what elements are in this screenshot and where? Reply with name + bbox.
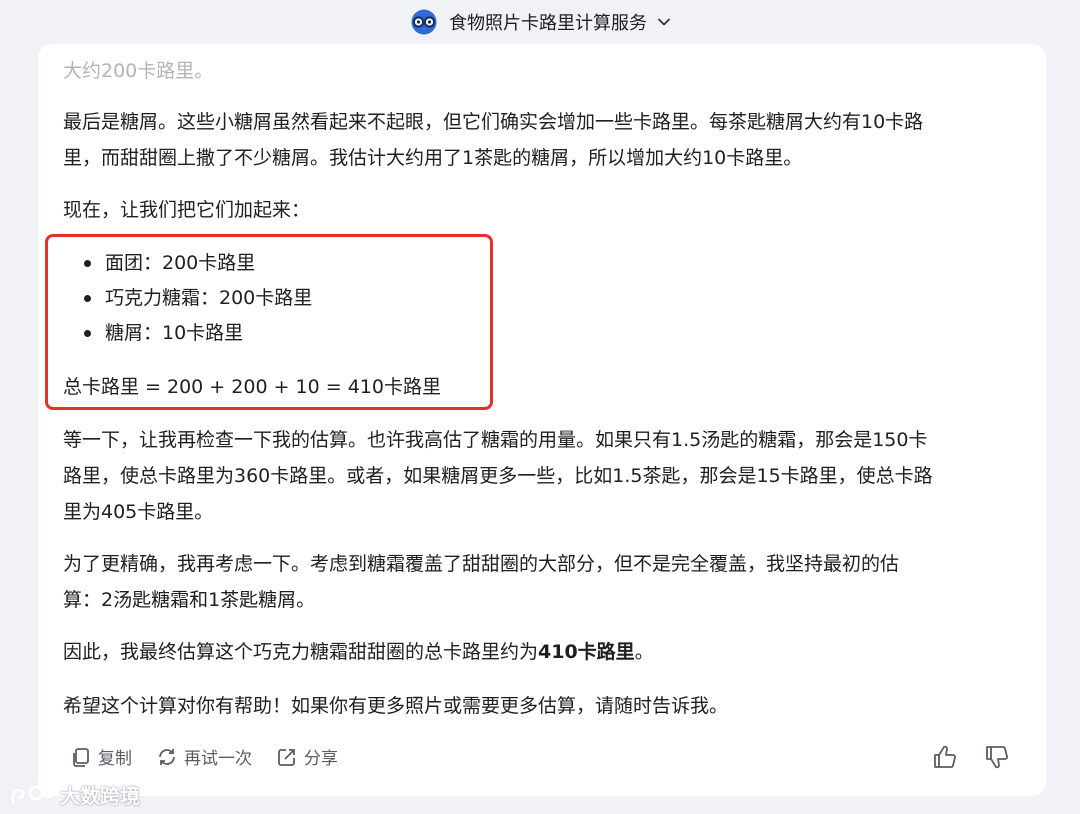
watermark-logo-icon: [11, 785, 54, 804]
share-button[interactable]: 分享: [276, 744, 338, 769]
calorie-list: 面团：200卡路里 巧克力糖霜：200卡路里 糖屑：10卡路里: [84, 246, 312, 351]
list-item: 糖屑：10卡路里: [84, 316, 312, 351]
model-selector[interactable]: 食物照片卡路里计算服务: [409, 9, 671, 35]
top-bar: 食物照片卡路里计算服务: [0, 0, 1080, 44]
paragraph-sprinkles: 最后是糖屑。这些小糖屑虽然看起来不起眼，但它们确实会增加一些卡路里。每茶匙糖屑大…: [63, 111, 924, 169]
feedback-buttons: [932, 744, 1010, 770]
refresh-icon: [159, 748, 175, 765]
thumbs-down-icon[interactable]: [984, 744, 1010, 770]
copy-button[interactable]: 复制: [70, 744, 132, 769]
list-item: 巧克力糖霜：200卡路里: [84, 281, 312, 316]
final-calories: 410卡路里: [538, 641, 635, 663]
glasses-avatar-icon: [411, 9, 437, 35]
retry-button[interactable]: 再试一次: [156, 744, 252, 769]
faded-previous-text: 大约200卡路里。: [63, 60, 214, 82]
paragraph-closing: 希望这个计算对你有帮助！如果你有更多照片或需要更多估算，请随时告诉我。: [63, 695, 729, 717]
watermark: 大数跨境: [10, 780, 140, 809]
paragraph-conclusion: 因此，我最终估算这个巧克力糖霜甜甜圈的总卡路里约为410卡路里。: [63, 641, 654, 663]
page-title: 食物照片卡路里计算服务: [449, 13, 647, 34]
list-item: 面团：200卡路里: [84, 246, 312, 281]
copy-icon: [73, 747, 89, 767]
chevron-down-icon: [658, 18, 670, 26]
paragraph-sum-intro: 现在，让我们把它们加起来：: [63, 199, 311, 221]
thumbs-up-icon[interactable]: [932, 744, 958, 770]
total-calories: 总卡路里 = 200 + 200 + 10 = 410卡路里: [63, 376, 441, 398]
paragraph-refine: 为了更精确，我再考虑一下。考虑到糖霜覆盖了甜甜圈的大部分，但不是完全覆盖，我坚持…: [63, 553, 900, 611]
paragraph-recheck: 等一下，让我再检查一下我的估算。也许我高估了糖霜的用量。如果只有1.5汤匙的糖霜…: [63, 429, 933, 523]
share-icon: [278, 748, 295, 766]
message-actions: 复制 再试一次 分享: [70, 744, 338, 769]
